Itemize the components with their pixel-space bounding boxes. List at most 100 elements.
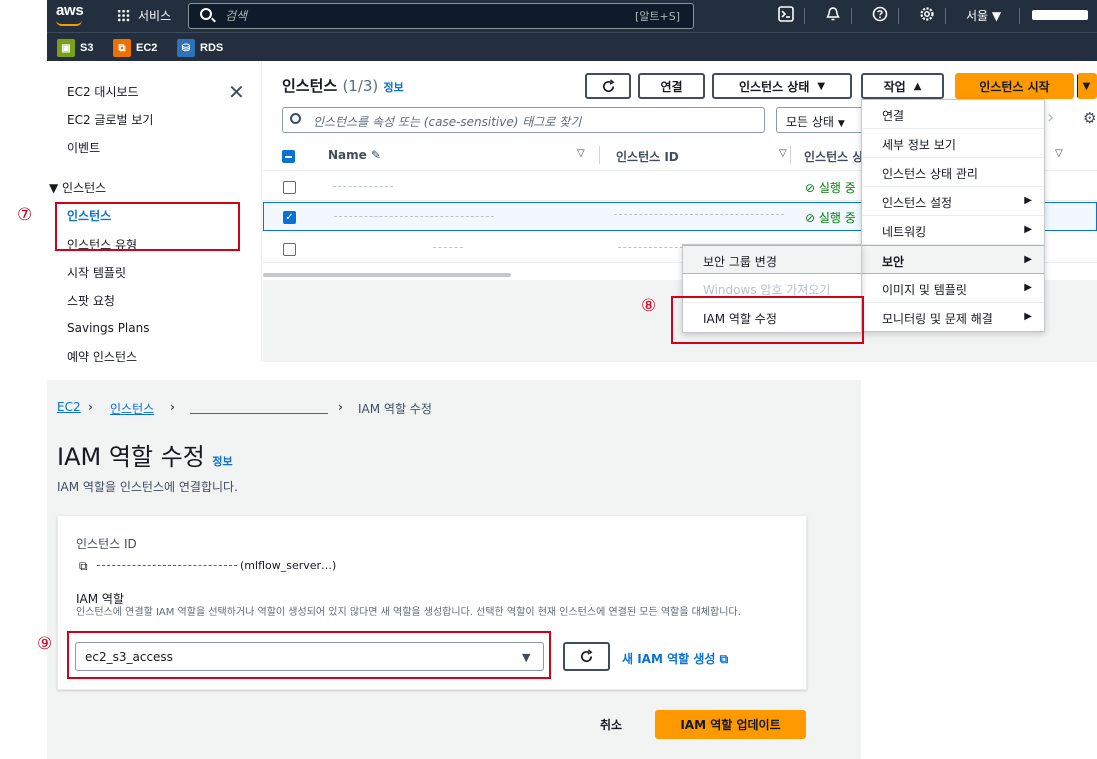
row-checkbox[interactable] bbox=[283, 181, 296, 194]
cancel-button[interactable]: 취소 bbox=[600, 716, 622, 733]
update-iam-role-button[interactable]: IAM 역할 업데이트 bbox=[655, 710, 806, 739]
breadcrumb-current: IAM 역할 수정 bbox=[358, 402, 432, 416]
favorite-s3[interactable]: ▣ S3 bbox=[57, 39, 93, 57]
status-text: 실행 중 bbox=[818, 181, 856, 195]
breadcrumb-instance-redacted[interactable] bbox=[190, 413, 328, 414]
launch-instance-dropdown[interactable]: ▼ bbox=[1077, 73, 1097, 99]
submenu-arrow-icon: ▶ bbox=[1024, 195, 1032, 206]
instance-state-button[interactable]: 인스턴스 상태 ▼ bbox=[712, 73, 852, 99]
favorites-bar: ▣ S3 ⧉ EC2 ⛁ RDS bbox=[47, 32, 1097, 61]
step-number-7: ⑦ bbox=[17, 205, 33, 225]
sidebar-item-spot-requests[interactable]: 스팟 요청 bbox=[67, 292, 115, 309]
sort-caret-icon[interactable]: ▽ bbox=[577, 148, 585, 159]
menu-item-images-templates[interactable]: 이미지 및 템플릿 ▶ bbox=[862, 274, 1044, 303]
region-selector[interactable]: 서울 ▼ bbox=[966, 7, 1001, 24]
favorite-ec2[interactable]: ⧉ EC2 bbox=[113, 39, 157, 57]
launch-instance-label: 인스턴스 시작 bbox=[979, 79, 1050, 94]
form-page-title: IAM 역할 수정 정보 bbox=[57, 437, 233, 472]
refresh-button[interactable] bbox=[585, 73, 631, 99]
sort-caret-icon[interactable]: ▽ bbox=[1055, 148, 1063, 159]
create-new-iam-role-link[interactable]: 새 IAM 역할 생성 ⧉ bbox=[622, 650, 728, 667]
connect-button[interactable]: 연결 bbox=[638, 73, 705, 99]
aws-logo-smile-icon bbox=[56, 20, 82, 26]
menu-item-instance-settings[interactable]: 인스턴스 설정 ▶ bbox=[862, 187, 1044, 216]
status-running: ⊘ 실행 중 bbox=[805, 211, 856, 225]
launch-instance-button[interactable]: 인스턴스 시작 bbox=[955, 73, 1074, 99]
breadcrumb-chevron-icon: › bbox=[88, 400, 93, 414]
menu-item-label: 이미지 및 템플릿 bbox=[882, 283, 967, 297]
caret-down-icon: ▼ bbox=[837, 119, 845, 129]
menu-item-security[interactable]: 보안 ▶ bbox=[862, 245, 1044, 274]
favorite-s3-label: S3 bbox=[80, 42, 94, 54]
menu-item-change-security-groups[interactable]: 보안 그룹 변경 bbox=[683, 245, 861, 274]
menu-item-label: 인스턴스 상태 관리 bbox=[882, 167, 978, 181]
instances-count: (1/3) bbox=[342, 77, 379, 95]
column-header-instance-id[interactable]: 인스턴스 ID bbox=[616, 148, 679, 165]
sidebar-item-launch-templates[interactable]: 시작 템플릿 bbox=[67, 264, 126, 281]
refresh-icon bbox=[581, 649, 593, 663]
search-shortcut-hint: [알트+S] bbox=[635, 10, 681, 23]
actions-button[interactable]: 작업 ▲ bbox=[861, 73, 944, 99]
favorite-rds-label: RDS bbox=[200, 42, 224, 54]
sidebar-item-dashboard[interactable]: EC2 대시보드 bbox=[67, 83, 139, 100]
horizontal-scrollbar[interactable] bbox=[263, 273, 511, 277]
menu-item-label: 인스턴스 설정 bbox=[882, 196, 953, 210]
nav-divider bbox=[851, 8, 852, 24]
menu-item-view-details[interactable]: 세부 정보 보기 bbox=[862, 129, 1044, 158]
row-checkbox-checked[interactable]: ✓ bbox=[283, 211, 296, 224]
sidebar-item-global-view[interactable]: EC2 글로벌 보기 bbox=[67, 111, 153, 128]
column-header-instance-state[interactable]: 인스턴스 상 bbox=[804, 148, 863, 165]
info-link[interactable]: 정보 bbox=[212, 455, 232, 468]
sort-caret-icon[interactable]: ▽ bbox=[779, 148, 787, 159]
search-input[interactable] bbox=[188, 3, 694, 29]
column-header-name[interactable]: Name ✎ bbox=[328, 148, 381, 162]
submenu-arrow-icon: ▶ bbox=[1024, 282, 1032, 293]
menu-item-monitoring[interactable]: 모니터링 및 문제 해결 ▶ bbox=[862, 303, 1044, 332]
settings-gear-icon[interactable] bbox=[918, 6, 936, 24]
sidebar-item-savings-plans[interactable]: Savings Plans bbox=[67, 321, 149, 335]
connect-button-label: 연결 bbox=[660, 79, 683, 94]
sidebar-item-events[interactable]: 이벤트 bbox=[67, 139, 100, 156]
menu-item-connect[interactable]: 연결 bbox=[862, 100, 1044, 129]
cloudshell-icon[interactable] bbox=[777, 6, 795, 24]
copy-icon[interactable]: ⧉ bbox=[79, 559, 88, 574]
caret-down-icon: ▼ bbox=[1082, 80, 1091, 92]
breadcrumb-instances[interactable]: 인스턴스 bbox=[110, 400, 154, 417]
services-grid-icon[interactable] bbox=[117, 9, 130, 22]
actions-dropdown-menu: 연결 세부 정보 보기 인스턴스 상태 관리 인스턴스 설정 ▶ 네트워킹 ▶ 보안… bbox=[861, 99, 1045, 332]
instance-id-label: 인스턴스 ID bbox=[76, 537, 137, 551]
notifications-bell-icon[interactable] bbox=[824, 6, 842, 24]
sidebar-close-icon[interactable]: ✕ bbox=[228, 82, 245, 102]
iam-role-label: IAM 역할 bbox=[76, 592, 124, 606]
create-new-iam-role-label: 새 IAM 역할 생성 bbox=[622, 652, 716, 666]
refresh-roles-button[interactable] bbox=[563, 642, 610, 671]
pagination-next-icon[interactable]: › bbox=[1047, 107, 1054, 128]
select-all-checkbox[interactable] bbox=[282, 150, 295, 163]
nav-divider bbox=[804, 8, 805, 24]
help-icon[interactable] bbox=[871, 6, 889, 24]
status-text: 실행 중 bbox=[818, 211, 856, 225]
menu-item-networking[interactable]: 네트워킹 ▶ bbox=[862, 216, 1044, 245]
column-divider bbox=[599, 146, 600, 164]
favorite-rds[interactable]: ⛁ RDS bbox=[177, 39, 223, 57]
submenu-arrow-icon: ▶ bbox=[1024, 254, 1032, 265]
menu-item-manage-state[interactable]: 인스턴스 상태 관리 bbox=[862, 158, 1044, 187]
info-link[interactable]: 정보 bbox=[384, 81, 404, 94]
instance-state-label: 인스턴스 상태 bbox=[738, 79, 810, 94]
services-menu-label[interactable]: 서비스 bbox=[138, 7, 171, 24]
instance-name-suffix: (mlflow_server…) bbox=[240, 559, 337, 572]
breadcrumb-ec2[interactable]: EC2 bbox=[57, 400, 81, 414]
preferences-gear-icon[interactable]: ⚙ bbox=[1083, 109, 1096, 127]
row-checkbox[interactable] bbox=[283, 243, 296, 256]
nav-divider bbox=[1019, 8, 1020, 24]
redacted-instance-id bbox=[618, 247, 688, 250]
state-filter-select[interactable]: 모든 상태 ▼ bbox=[776, 107, 872, 133]
search-placeholder: 검색 bbox=[225, 9, 248, 23]
account-menu-redacted[interactable] bbox=[1032, 10, 1088, 20]
state-filter-value: 모든 상태 bbox=[786, 115, 834, 129]
aws-logo[interactable]: aws bbox=[56, 2, 84, 19]
sidebar-section-instances[interactable]: ▼ 인스턴스 bbox=[49, 179, 106, 196]
nav-divider bbox=[898, 8, 899, 24]
instances-title-text: 인스턴스 bbox=[282, 77, 338, 95]
sidebar-item-reserved-instances[interactable]: 예약 인스턴스 bbox=[67, 348, 137, 362]
